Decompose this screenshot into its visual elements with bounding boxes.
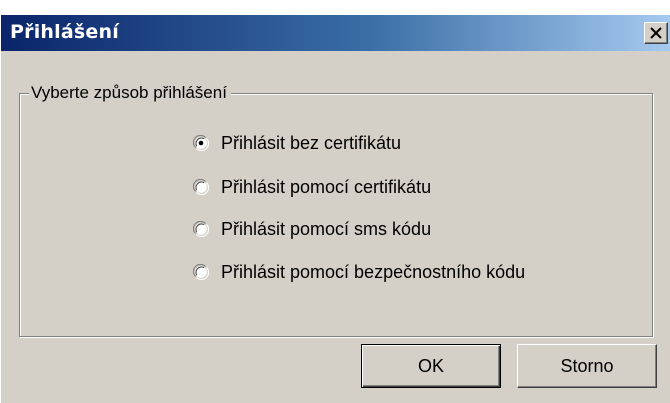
radio-label: Přihlásit pomocí certifikátu [221, 176, 432, 197]
radio-button-icon[interactable] [193, 221, 209, 237]
radio-button-icon[interactable] [193, 264, 209, 280]
radio-option-sms-code[interactable]: Přihlásit pomocí sms kódu [193, 217, 431, 241]
radio-label: Přihlásit bez certifikátu [221, 132, 402, 153]
close-button[interactable] [644, 22, 668, 44]
radio-button-icon[interactable] [193, 179, 209, 195]
radio-button-icon[interactable] [193, 135, 209, 151]
login-dialog: Přihlášení Vyberte způsob přihlášení Při… [0, 14, 670, 403]
group-legend: Vyberte způsob přihlášení [29, 83, 231, 103]
login-method-groupbox [19, 93, 653, 337]
ok-button[interactable]: OK [361, 344, 501, 388]
radio-option-no-certificate[interactable]: Přihlásit bez certifikátu [193, 131, 401, 155]
radio-option-security-code[interactable]: Přihlásit pomocí bezpečnostního kódu [193, 260, 525, 284]
titlebar[interactable]: Přihlášení [1, 15, 670, 51]
window-title: Přihlášení [10, 21, 119, 43]
radio-option-certificate[interactable]: Přihlásit pomocí certifikátu [193, 175, 431, 199]
radio-label: Přihlásit pomocí sms kódu [221, 218, 432, 239]
radio-label: Přihlásit pomocí bezpečnostního kódu [221, 261, 526, 282]
close-icon [650, 27, 662, 39]
cancel-button[interactable]: Storno [517, 344, 657, 388]
